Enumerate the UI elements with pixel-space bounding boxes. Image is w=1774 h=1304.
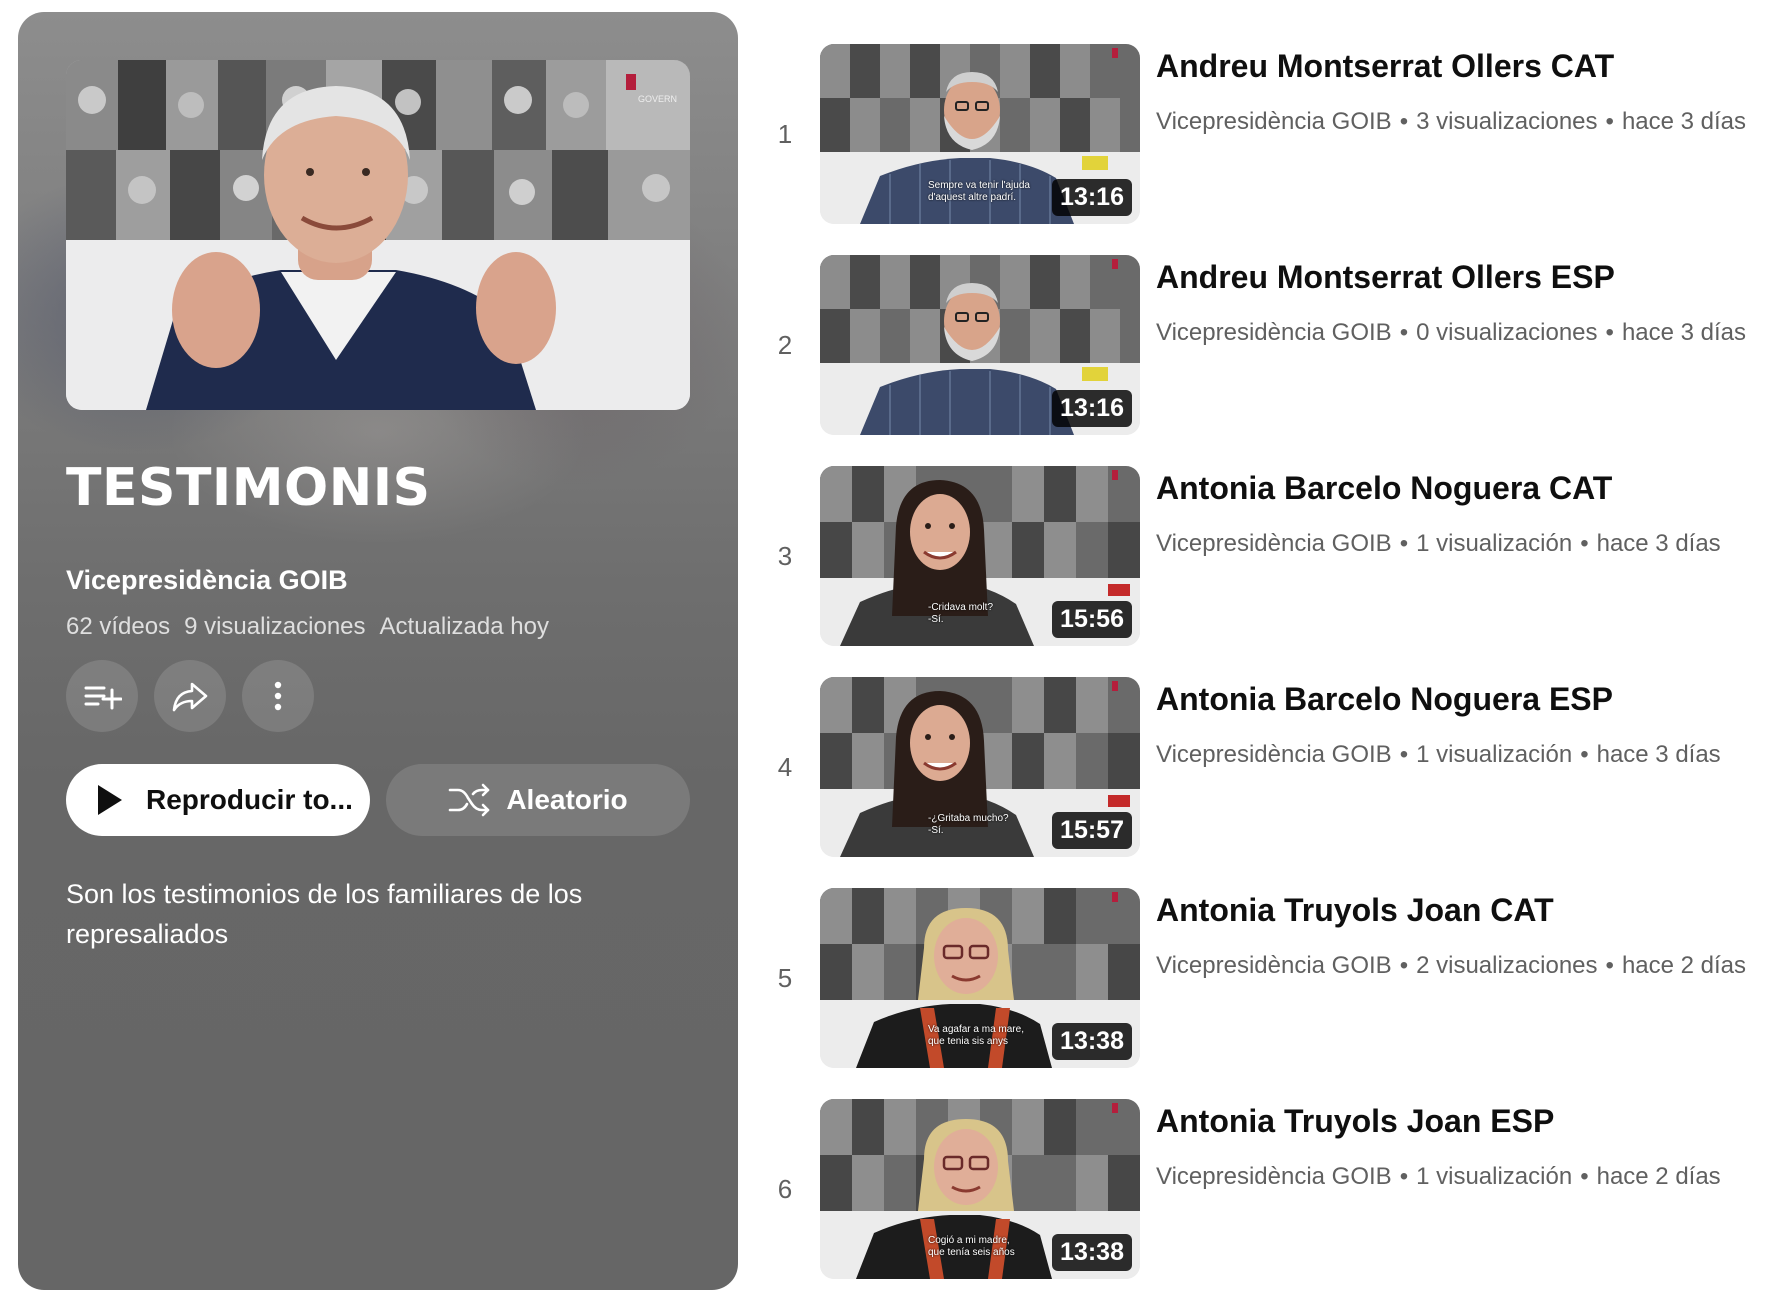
playlist-description: Son los testimonios de los familiares de… <box>66 879 583 949</box>
save-playlist-button[interactable] <box>66 660 138 732</box>
cover-image: GOVERN <box>66 60 690 410</box>
video-duration-badge: 13:38 <box>1052 1234 1132 1271</box>
thumbnail-caption: Cogió a mi madre, que tenía seis años <box>928 1235 1015 1258</box>
separator-dot: • <box>1399 741 1409 768</box>
cover-logo-text: GOVERN <box>638 94 677 104</box>
separator-dot: • <box>1605 952 1614 979</box>
playlist-owner-link[interactable]: Vicepresidència GOIB <box>66 565 348 596</box>
video-view-count: 1 visualización <box>1416 1163 1573 1190</box>
video-title-link[interactable]: Antonia Barcelo Noguera CAT <box>1156 470 1612 507</box>
video-row[interactable]: 4 -¿Gritaba mucho? -Sí. 15:57 Antonia Barc… <box>760 677 1760 857</box>
playlist-title: TESTIMONIS <box>66 458 431 518</box>
video-age: hace 3 días <box>1621 108 1747 135</box>
video-age: hace 3 días <box>1596 530 1721 557</box>
more-vert-icon <box>274 681 282 711</box>
video-channel-link[interactable]: Vicepresidència GOIB <box>1156 741 1392 769</box>
thumbnail-caption: Sempre va tenir l'ajuda d'aquest altre p… <box>928 180 1030 203</box>
separator-dot: • <box>1605 319 1614 346</box>
video-thumbnail[interactable]: -¿Gritaba mucho? -Sí. 15:57 <box>820 677 1140 857</box>
video-metadata: Vicepresidència GOIB • 1 visualización • hac… <box>1156 530 1721 558</box>
video-row[interactable]: 6 Cogió a mi madre, que tenía seis años 1… <box>760 1099 1760 1279</box>
video-view-count: 1 visualización <box>1416 530 1573 557</box>
video-thumbnail[interactable]: Sempre va tenir l'ajuda d'aquest altre p… <box>820 44 1140 224</box>
video-duration-badge: 13:16 <box>1052 390 1132 427</box>
video-metadata: Vicepresidència GOIB • 1 visualización • hac… <box>1156 741 1721 769</box>
video-row[interactable]: 3 -Cridava molt? -Sí. 15:56 Antonia Barcel… <box>760 466 1760 646</box>
playlist-video-count: 62 vídeos <box>66 613 171 640</box>
video-metadata: Vicepresidència GOIB • 0 visualizaciones • h… <box>1156 319 1746 347</box>
playlist-stats: 62 vídeos 9 visualizaciones Actualizada … <box>66 613 549 641</box>
video-view-count: 0 visualizaciones <box>1416 319 1598 346</box>
shuffle-button[interactable]: Aleatorio <box>386 764 690 836</box>
video-thumbnail[interactable]: Cogió a mi madre, que tenía seis años 13:… <box>820 1099 1140 1279</box>
playlist-updated: Actualizada hoy <box>379 613 549 640</box>
video-index: 3 <box>777 541 793 571</box>
video-thumbnail[interactable]: -Cridava molt? -Sí. 15:56 <box>820 466 1140 646</box>
video-duration-badge: 13:16 <box>1052 179 1132 216</box>
video-duration-badge: 15:56 <box>1052 601 1132 638</box>
playlist-add-icon <box>84 686 122 710</box>
video-title-link[interactable]: Antonia Truyols Joan CAT <box>1156 892 1554 929</box>
separator-dot: • <box>1580 530 1589 557</box>
thumbnail-caption: Va agafar a ma mare, que tenia sis anys <box>928 1024 1024 1047</box>
separator-dot: • <box>1399 1163 1409 1190</box>
separator-dot: • <box>1399 952 1409 979</box>
video-index: 4 <box>777 752 793 782</box>
video-index: 6 <box>777 1174 793 1204</box>
video-age: hace 2 días <box>1621 952 1747 979</box>
playlist-view-count: 9 visualizaciones <box>184 613 366 640</box>
more-actions-button[interactable] <box>242 660 314 732</box>
video-thumbnail[interactable]: 13:16 <box>820 255 1140 435</box>
shuffle-label: Aleatorio <box>506 784 628 815</box>
separator-dot: • <box>1580 1163 1589 1190</box>
video-duration-badge: 15:57 <box>1052 812 1132 849</box>
video-title-link[interactable]: Antonia Barcelo Noguera ESP <box>1156 681 1613 718</box>
share-icon <box>172 682 208 712</box>
separator-dot: • <box>1399 530 1409 557</box>
video-duration-badge: 13:38 <box>1052 1023 1132 1060</box>
video-title-link[interactable]: Andreu Montserrat Ollers ESP <box>1156 259 1615 296</box>
video-age: hace 3 días <box>1621 319 1747 346</box>
video-view-count: 1 visualización <box>1416 741 1573 768</box>
video-channel-link[interactable]: Vicepresidència GOIB <box>1156 952 1392 980</box>
video-metadata: Vicepresidència GOIB • 1 visualización • hac… <box>1156 1163 1721 1191</box>
video-metadata: Vicepresidència GOIB • 3 visualizaciones • h… <box>1156 108 1746 136</box>
playlist-header-panel: GOVERN TESTIMONIS Vicepresidència GOIB 6… <box>18 12 738 1290</box>
video-title-link[interactable]: Antonia Truyols Joan ESP <box>1156 1103 1554 1140</box>
video-title-link[interactable]: Andreu Montserrat Ollers CAT <box>1156 48 1614 85</box>
video-index: 5 <box>777 963 793 993</box>
separator-dot: • <box>1399 108 1409 135</box>
thumbnail-caption: -Cridava molt? -Sí. <box>928 602 994 625</box>
separator-dot: • <box>1605 108 1614 135</box>
video-metadata: Vicepresidència GOIB • 2 visualizaciones • h… <box>1156 952 1746 980</box>
play-icon <box>98 785 122 815</box>
video-view-count: 3 visualizaciones <box>1416 108 1598 135</box>
video-index: 2 <box>777 330 793 360</box>
video-channel-link[interactable]: Vicepresidència GOIB <box>1156 108 1392 136</box>
video-channel-link[interactable]: Vicepresidència GOIB <box>1156 1163 1392 1191</box>
video-age: hace 3 días <box>1596 741 1721 768</box>
separator-dot: • <box>1399 319 1409 346</box>
video-index: 1 <box>777 119 793 149</box>
video-channel-link[interactable]: Vicepresidència GOIB <box>1156 319 1392 347</box>
share-button[interactable] <box>154 660 226 732</box>
play-all-label: Reproducir to... <box>146 784 353 815</box>
video-row[interactable]: 2 13:16 Andreu Montserrat Ollers ESP Vicep… <box>760 255 1760 435</box>
video-row[interactable]: 5 Va agafar a ma mare, que tenia sis any… <box>760 888 1760 1068</box>
video-age: hace 2 días <box>1596 1163 1721 1190</box>
shuffle-icon <box>449 783 490 817</box>
video-row[interactable]: 1 Sempre va tenir l'ajuda d'aquest altre… <box>760 44 1760 224</box>
video-thumbnail[interactable]: Va agafar a ma mare, que tenia sis anys 1… <box>820 888 1140 1068</box>
video-view-count: 2 visualizaciones <box>1416 952 1598 979</box>
play-all-button[interactable]: Reproducir to... <box>66 764 370 836</box>
separator-dot: • <box>1580 741 1589 768</box>
playlist-cover-thumbnail[interactable]: GOVERN <box>66 60 690 410</box>
video-channel-link[interactable]: Vicepresidència GOIB <box>1156 530 1392 558</box>
thumbnail-caption: -¿Gritaba mucho? -Sí. <box>928 813 1009 836</box>
